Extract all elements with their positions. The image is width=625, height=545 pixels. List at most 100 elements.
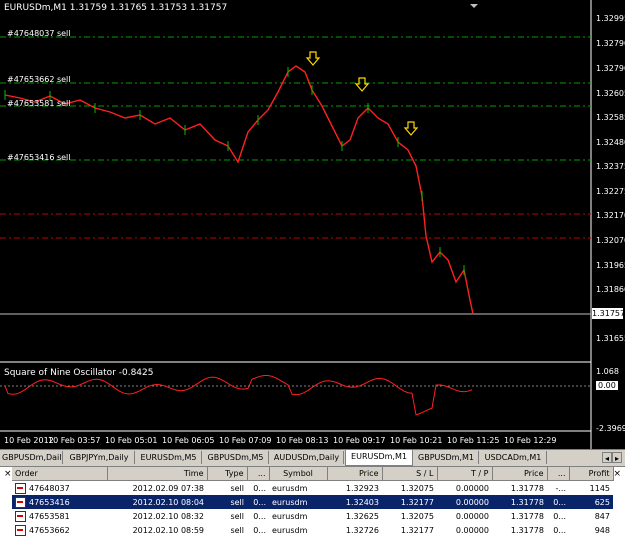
table-row[interactable]: 47653416 2012.02.10 08:04 sell 0... eurusdm 1…	[12, 495, 613, 509]
tab-gbpusdm-m5[interactable]: GBPUSDm,M5	[203, 451, 269, 464]
table-cell: 0.00000	[455, 511, 489, 521]
table-cell: eurusdm	[272, 511, 308, 521]
table-cell: 1.32075	[400, 511, 434, 521]
order-level-label[interactable]: #47648037 sell	[7, 29, 71, 38]
col-header-extra[interactable]: ...	[547, 467, 570, 481]
table-cell: 0.00000	[455, 483, 489, 493]
chart-shift-icon	[470, 4, 478, 8]
col-header-order[interactable]: Order	[12, 467, 108, 481]
table-cell: 2012.02.10 08:04	[107, 495, 207, 509]
order-id: 47653662	[29, 525, 70, 535]
y-axis-tick: 1.31965	[596, 261, 625, 270]
table-cell: 1.32625	[345, 511, 379, 521]
col-header-symbol[interactable]: Symbol	[269, 467, 328, 481]
tab-usdcadm-m1[interactable]: USDCADm,M1	[480, 451, 547, 464]
sell-arrow-icon	[354, 77, 370, 92]
order-cell: 47653662	[12, 523, 107, 537]
table-cell: 1.32923	[345, 483, 379, 493]
tab-eurusdm-m5[interactable]: EURUSDm,M5	[136, 451, 202, 464]
y-axis-tick: 1.32585	[596, 113, 625, 122]
x-axis-tick: 10 Feb 06:05	[162, 436, 215, 445]
current-price-label: 1.31757	[592, 308, 625, 319]
table-cell: 2012.02.09 07:38	[132, 483, 204, 493]
table-cell: 2012.02.10 08:32	[132, 511, 204, 521]
close-icon[interactable]: ×	[4, 469, 12, 479]
y-axis-tick: 1.31860	[596, 285, 625, 294]
sell-arrow-icon	[403, 121, 419, 136]
col-header-size[interactable]: ...	[247, 467, 270, 481]
table-cell: sell	[230, 511, 244, 521]
sell-order-icon	[15, 482, 26, 494]
y-axis-tick: 1.32375	[596, 162, 625, 171]
col-header-current-price[interactable]: Price	[492, 467, 548, 481]
terminal-panel: × × Order Time Type ... Symbol Price S /…	[0, 466, 625, 545]
chart-window[interactable]: EURUSDm,M1 1.31759 1.31765 1.31753 1.317…	[0, 0, 625, 449]
table-cell: 0.00000	[437, 495, 492, 509]
table-cell: 0.00000	[455, 525, 489, 535]
x-axis-tick: 10 Feb 08:13	[276, 436, 329, 445]
table-cell: sell	[230, 525, 244, 535]
table-cell: 1.31778	[510, 483, 544, 493]
x-axis-tick: 10 Feb 05:01	[105, 436, 158, 445]
order-level-label[interactable]: #47653581 sell	[7, 99, 71, 108]
table-cell: 847	[594, 511, 610, 521]
sell-order-icon	[15, 510, 26, 522]
close-icon[interactable]: ×	[613, 469, 621, 479]
tab-gbpusdm-daily[interactable]: GBPUSDm,Daily	[2, 451, 63, 464]
table-header-row: Order Time Type ... Symbol Price S / L T…	[12, 467, 614, 481]
table-cell: 1.32177	[400, 525, 434, 535]
order-cell: 47648037	[12, 481, 107, 496]
table-row[interactable]: 47653581 2012.02.10 08:32 sell 0... eurusdm 1…	[12, 509, 613, 523]
y-axis-tick: 1.31655	[596, 334, 625, 343]
order-level-label[interactable]: #47653662 sell	[7, 75, 71, 84]
table-row[interactable]: 47653662 2012.02.10 08:59 sell 0... eurusdm 1…	[12, 523, 613, 537]
table-cell: 0...	[553, 511, 566, 521]
y-axis-tick: 1.32170	[596, 211, 625, 220]
oscillator-series	[4, 375, 473, 416]
col-header-time[interactable]: Time	[107, 467, 208, 481]
tab-gbpusdm-m1[interactable]: GBPUSDm,M1	[414, 451, 479, 464]
table-cell: 0...	[547, 495, 569, 509]
col-header-type[interactable]: Type	[207, 467, 248, 481]
table-cell: 0...	[253, 483, 266, 493]
order-level-label[interactable]: #47653416 sell	[7, 153, 71, 162]
tab-eurusdm-m1[interactable]: EURUSDm,M1	[345, 450, 413, 466]
col-header-price[interactable]: Price	[327, 467, 383, 481]
x-axis-tick: 10 Feb 07:09	[219, 436, 272, 445]
sell-arrow-icon	[305, 51, 321, 66]
table-cell: 625	[569, 495, 613, 509]
oscillator-title: Square of Nine Oscillator -0.8425	[4, 368, 154, 378]
y-axis-tick: 1.32070	[596, 236, 625, 245]
y-axis-tick: 1.32790	[596, 39, 625, 48]
chart-tab-bar: GBPUSDm,Daily GBPJPYm,Daily EURUSDm,M5 G…	[0, 449, 625, 466]
table-row[interactable]: 47648037 2012.02.09 07:38 sell 0... eurusdm 1…	[12, 481, 613, 496]
order-id: 47648037	[29, 483, 70, 493]
table-cell: 1.31778	[510, 525, 544, 535]
col-header-tp[interactable]: T / P	[437, 467, 493, 481]
col-header-sl[interactable]: S / L	[382, 467, 438, 481]
price-chart[interactable]	[0, 0, 625, 449]
table-cell: eurusdm	[269, 495, 327, 509]
table-cell: 2012.02.10 08:59	[132, 525, 204, 535]
chart-title: EURUSDm,M1 1.31759 1.31765 1.31753 1.317…	[4, 3, 228, 13]
order-cell: 47653416	[12, 495, 107, 509]
table-cell: 948	[594, 525, 610, 535]
table-cell: 1.32726	[345, 525, 379, 535]
table-cell: -...	[555, 483, 566, 493]
tab-scroll-buttons: ◂ ▸	[602, 452, 624, 463]
table-cell: sell	[230, 483, 244, 493]
tab-audusdm-daily[interactable]: AUDUSDm,Daily	[270, 451, 344, 464]
oscillator-y-tick: 1.068	[596, 367, 619, 376]
table-cell: 0...	[553, 525, 566, 535]
table-cell: 1.31778	[492, 495, 547, 509]
tab-gbpjpym-daily[interactable]: GBPJPYm,Daily	[64, 451, 135, 464]
scroll-right-icon[interactable]: ▸	[612, 452, 622, 463]
y-axis-tick: 1.32790	[596, 64, 625, 73]
oscillator-zero-label: 0.00	[596, 381, 618, 390]
scroll-left-icon[interactable]: ◂	[602, 452, 612, 463]
col-header-profit[interactable]: Profit	[569, 467, 614, 481]
x-axis-tick: 10 Feb 2012	[4, 436, 54, 445]
table-cell: eurusdm	[272, 525, 308, 535]
y-axis-tick: 1.32995	[596, 14, 625, 23]
table-cell: 1.31778	[510, 511, 544, 521]
